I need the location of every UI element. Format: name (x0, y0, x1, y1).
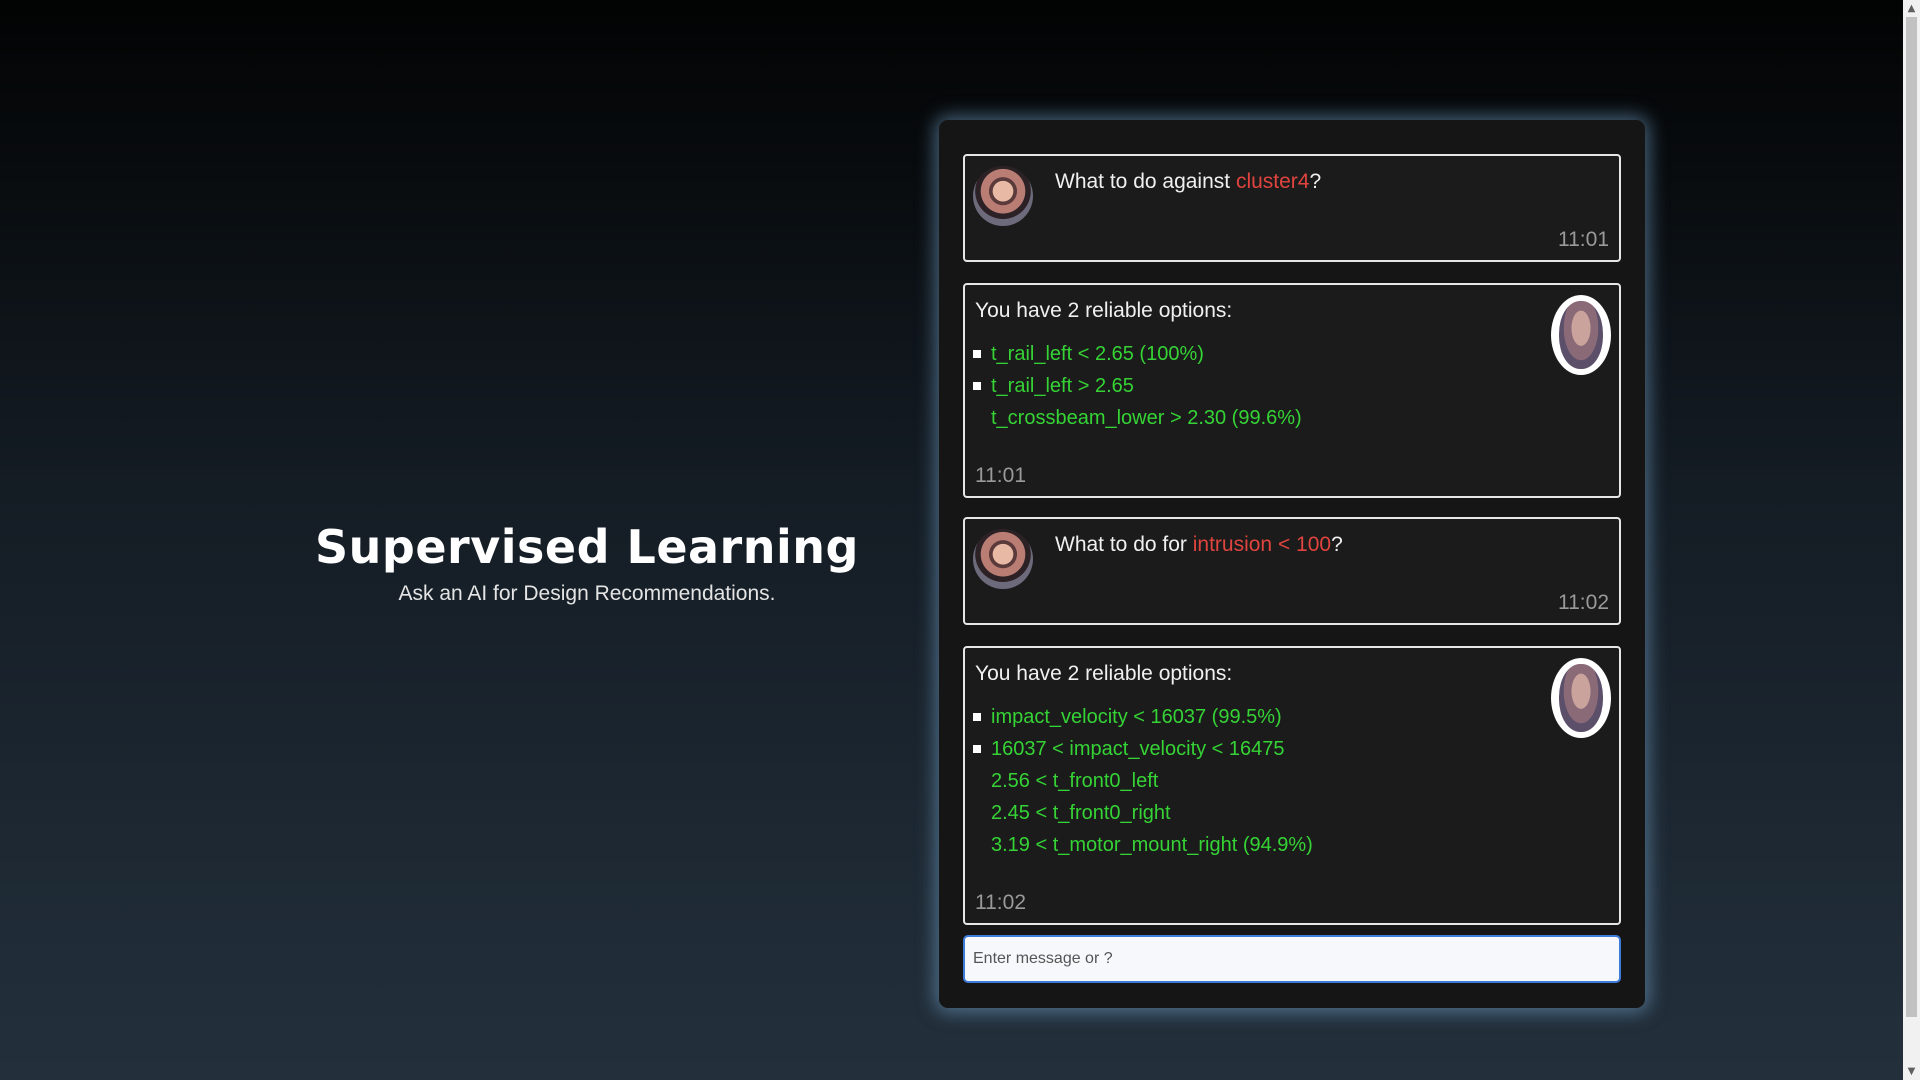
option-line: 16037 < impact_velocity < 16475 (991, 738, 1285, 760)
message-intro: You have 2 reliable options: (975, 662, 1233, 685)
message-timestamp: 11:01 (1558, 228, 1609, 251)
scroll-down-icon[interactable]: ▼ (1903, 1063, 1920, 1080)
options-list: t_rail_left < 2.65 (100%) t_rail_left > … (973, 338, 1302, 434)
user-avatar-icon (973, 166, 1033, 226)
message-text-part: What to do for (1055, 533, 1193, 556)
list-item: t_rail_left > 2.65 t_crossbeam_lower > 2… (973, 370, 1302, 434)
scroll-up-icon[interactable]: ▲ (1903, 0, 1920, 17)
message-text-part: ? (1309, 170, 1322, 193)
scrollbar-thumb[interactable] (1906, 17, 1917, 1017)
message-timestamp: 11:01 (975, 464, 1026, 487)
user-avatar-icon (973, 529, 1033, 589)
message-input-wrapper (963, 935, 1621, 983)
bullet-icon (973, 713, 981, 721)
option-line: impact_velocity < 16037 (99.5%) (991, 706, 1282, 728)
option-line: t_rail_left < 2.65 (100%) (991, 343, 1204, 365)
message-text-part: What to do against (1055, 170, 1236, 193)
message-highlight: intrusion < 100 (1192, 533, 1332, 556)
option-line: 2.56 < t_front0_left (991, 770, 1159, 792)
message-text: What to do against cluster4? (1055, 170, 1321, 194)
hero: Supervised Learning Ask an AI for Design… (300, 518, 874, 606)
bot-face-icon (1559, 301, 1603, 369)
page-subtitle: Ask an AI for Design Recommendations. (398, 582, 776, 605)
chat-message-user: What to do against cluster4? 11:01 (963, 154, 1621, 262)
page-title: Supervised Learning (315, 520, 859, 574)
message-timestamp: 11:02 (1558, 591, 1609, 614)
bullet-icon (973, 745, 981, 753)
bullet-icon (973, 350, 981, 358)
list-item: t_rail_left < 2.65 (100%) (973, 338, 1302, 370)
page-scrollbar[interactable]: ▲ ▼ (1903, 0, 1920, 1080)
message-intro: You have 2 reliable options: (975, 299, 1233, 322)
message-input[interactable] (965, 937, 1619, 981)
options-list: impact_velocity < 16037 (99.5%) 16037 < … (973, 701, 1313, 861)
chat-message-bot: You have 2 reliable options: impact_velo… (963, 646, 1621, 925)
chat-message-bot: You have 2 reliable options: t_rail_left… (963, 283, 1621, 498)
chat-message-user: What to do for intrusion < 100? 11:02 (963, 517, 1621, 625)
list-item: impact_velocity < 16037 (99.5%) (973, 701, 1313, 733)
bullet-icon (973, 382, 981, 390)
bot-avatar-icon (1551, 295, 1611, 375)
option-line: 2.45 < t_front0_right (991, 802, 1171, 824)
message-text-part: ? (1331, 533, 1343, 556)
message-text: What to do for intrusion < 100? (1055, 533, 1343, 557)
list-item: 16037 < impact_velocity < 16475 2.56 < t… (973, 733, 1313, 861)
option-line: t_crossbeam_lower > 2.30 (99.6%) (991, 407, 1302, 429)
bot-face-icon (1559, 664, 1603, 732)
chat-panel: What to do against cluster4? 11:01 You h… (939, 120, 1645, 1008)
message-timestamp: 11:02 (975, 891, 1026, 914)
option-line: t_rail_left > 2.65 (991, 375, 1134, 397)
message-highlight: cluster4 (1235, 170, 1310, 193)
bot-avatar-icon (1551, 658, 1611, 738)
option-line: 3.19 < t_motor_mount_right (94.9%) (991, 834, 1313, 856)
